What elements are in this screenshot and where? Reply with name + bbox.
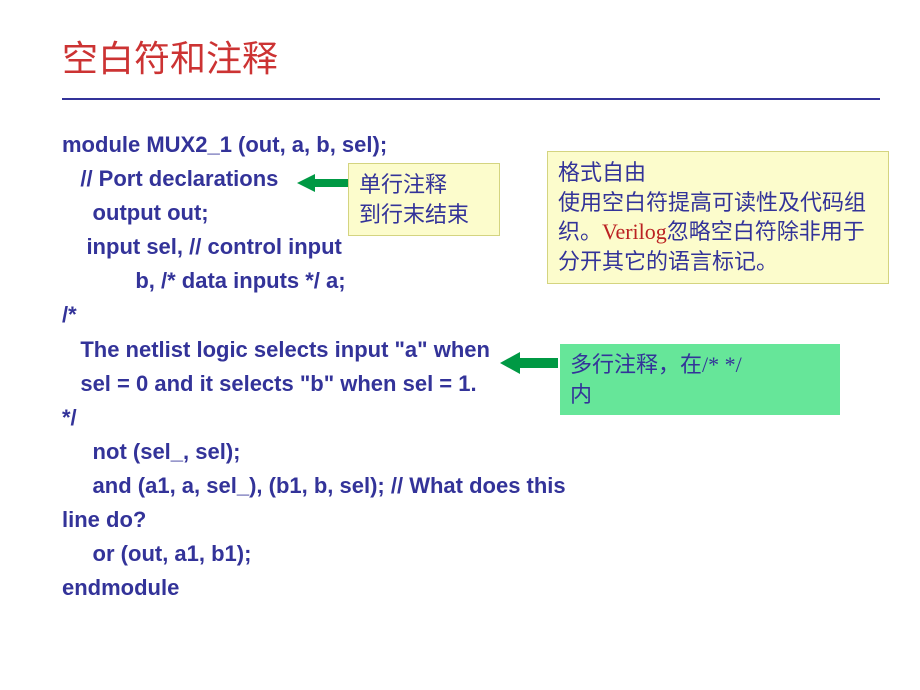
code-line-2: // Port declarations [62, 166, 278, 191]
annotation-multi-line-2: 内 [570, 382, 592, 407]
annotation-multi-line-comment: 多行注释，在/* */ 内 [560, 344, 840, 415]
annotation-multi-line-1a: 多行注释，在 [570, 352, 702, 377]
annotation-free-line-1: 格式自由 [558, 160, 646, 185]
slide-title: 空白符和注释 [0, 0, 920, 92]
code-line-8: sel = 0 and it selects "b" when sel = 1. [62, 371, 477, 396]
annotation-free-line-3: 分开其它的语言标记。 [558, 249, 778, 274]
annotation-free-line-2b: 织。 [558, 219, 602, 244]
annotation-text-line-1: 单行注释 [359, 172, 447, 197]
code-line-11: and (a1, a, sel_), (b1, b, sel); // What… [62, 473, 566, 498]
annotation-single-line-comment: 单行注释 到行末结束 [348, 163, 500, 236]
code-line-4: input sel, // control input [62, 234, 342, 259]
verilog-keyword: Verilog [602, 219, 667, 244]
code-line-10: not (sel_, sel); [62, 439, 240, 464]
annotation-free-format: 格式自由 使用空白符提高可读性及代码组 织。Verilog忽略空白符除非用于 分… [547, 151, 889, 284]
code-line-11b: line do? [62, 507, 146, 532]
annotation-free-line-2d: 忽略空白符除非用于 [667, 219, 865, 244]
code-line-1: module MUX2_1 (out, a, b, sel); [62, 132, 387, 157]
annotation-text-line-2: 到行末结束 [359, 202, 469, 227]
code-line-12: or (out, a1, b1); [62, 541, 251, 566]
title-divider [62, 98, 880, 100]
annotation-multi-line-1b: /* */ [702, 352, 742, 377]
code-line-13: endmodule [62, 575, 179, 600]
annotation-free-line-2a: 使用空白符提高可读性及代码组 [558, 190, 866, 215]
code-line-9: */ [62, 405, 77, 430]
code-line-6: /* [62, 302, 77, 327]
code-line-3: output out; [62, 200, 209, 225]
code-line-7: The netlist logic selects input "a" when [62, 337, 490, 362]
verilog-code: module MUX2_1 (out, a, b, sel); // Port … [62, 128, 582, 605]
code-line-5: b, /* data inputs */ a; [62, 268, 346, 293]
